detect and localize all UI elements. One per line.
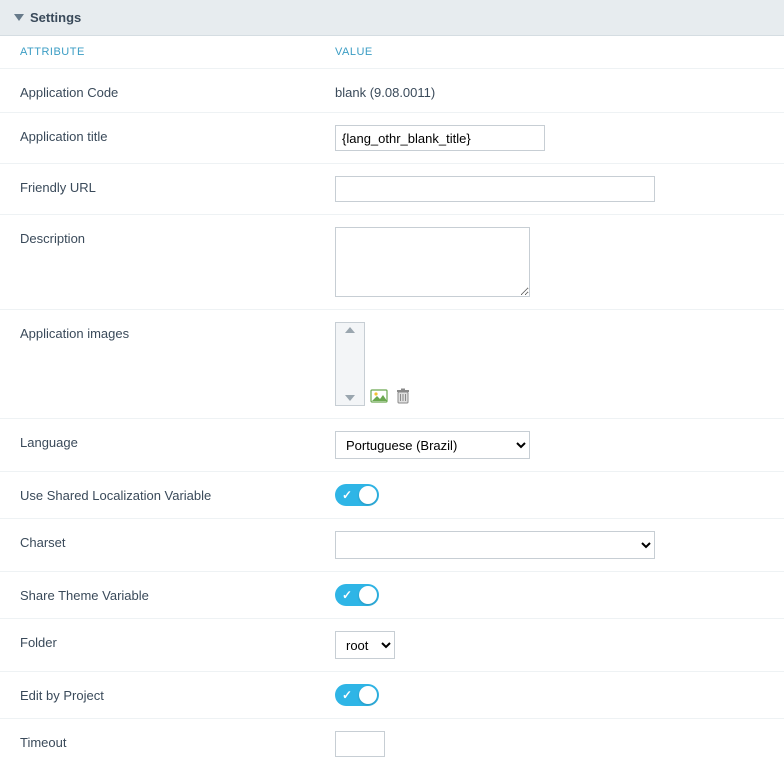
- label-friendly-url: Friendly URL: [20, 176, 335, 195]
- panel-title: Settings: [30, 10, 81, 25]
- scroll-up-icon: [345, 327, 355, 333]
- label-language: Language: [20, 431, 335, 450]
- image-listbox[interactable]: [335, 322, 365, 406]
- check-icon: ✓: [342, 487, 352, 503]
- label-description: Description: [20, 227, 335, 246]
- label-edit-by-project: Edit by Project: [20, 684, 335, 703]
- row-folder: Folder root: [0, 619, 784, 672]
- label-folder: Folder: [20, 631, 335, 650]
- label-charset: Charset: [20, 531, 335, 550]
- select-charset[interactable]: [335, 531, 655, 559]
- toggle-share-theme[interactable]: ✓: [335, 584, 379, 606]
- delete-image-button[interactable]: [393, 386, 413, 406]
- textarea-description[interactable]: [335, 227, 530, 297]
- label-shared-loc: Use Shared Localization Variable: [20, 484, 335, 503]
- column-value-header: VALUE: [335, 46, 373, 58]
- value-app-code: blank (9.08.0011): [335, 81, 764, 100]
- label-app-images: Application images: [20, 322, 335, 341]
- label-app-code: Application Code: [20, 81, 335, 100]
- check-icon: ✓: [342, 687, 352, 703]
- column-header-row: ATTRIBUTE VALUE: [0, 36, 784, 69]
- row-share-theme: Share Theme Variable ✓: [0, 572, 784, 619]
- row-app-title: Application title: [0, 113, 784, 164]
- label-timeout: Timeout: [20, 731, 335, 750]
- toggle-shared-loc[interactable]: ✓: [335, 484, 379, 506]
- input-friendly-url[interactable]: [335, 176, 655, 202]
- picture-icon: [370, 387, 388, 405]
- row-app-code: Application Code blank (9.08.0011): [0, 69, 784, 113]
- label-share-theme: Share Theme Variable: [20, 584, 335, 603]
- row-edit-by-project: Edit by Project ✓: [0, 672, 784, 719]
- toggle-knob: [359, 486, 377, 504]
- scroll-down-icon: [345, 395, 355, 401]
- toggle-knob: [359, 686, 377, 704]
- row-friendly-url: Friendly URL: [0, 164, 784, 215]
- row-shared-loc: Use Shared Localization Variable ✓: [0, 472, 784, 519]
- row-timeout: Timeout: [0, 719, 784, 769]
- panel-header[interactable]: Settings: [0, 0, 784, 36]
- add-image-button[interactable]: [369, 386, 389, 406]
- row-app-images: Application images: [0, 310, 784, 419]
- select-folder[interactable]: root: [335, 631, 395, 659]
- input-app-title[interactable]: [335, 125, 545, 151]
- row-language: Language Portuguese (Brazil): [0, 419, 784, 472]
- collapse-triangle-icon: [14, 14, 24, 21]
- label-app-title: Application title: [20, 125, 335, 144]
- check-icon: ✓: [342, 587, 352, 603]
- trash-icon: [394, 387, 412, 405]
- toggle-edit-by-project[interactable]: ✓: [335, 684, 379, 706]
- select-language[interactable]: Portuguese (Brazil): [335, 431, 530, 459]
- column-attribute-header: ATTRIBUTE: [20, 46, 335, 58]
- row-description: Description: [0, 215, 784, 310]
- row-charset: Charset: [0, 519, 784, 572]
- input-timeout[interactable]: [335, 731, 385, 757]
- toggle-knob: [359, 586, 377, 604]
